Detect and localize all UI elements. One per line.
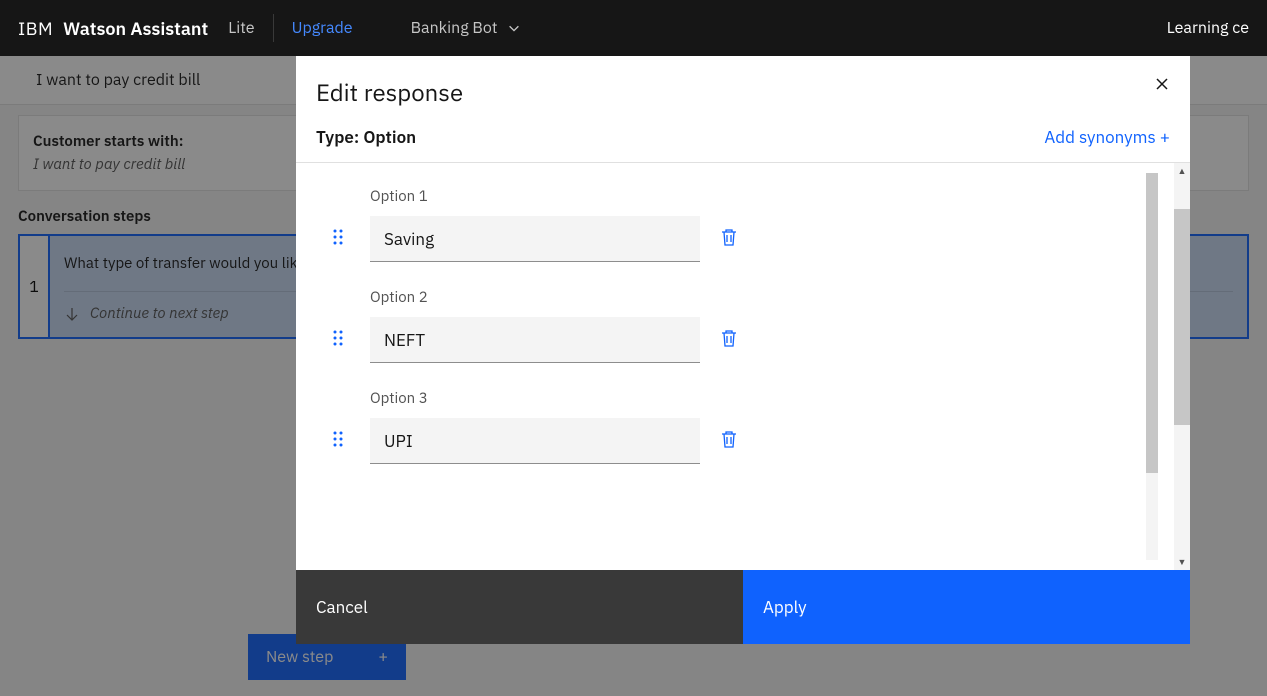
delete-option-button[interactable]	[720, 429, 738, 454]
option-input[interactable]	[370, 418, 700, 464]
trash-icon	[720, 429, 738, 449]
trash-icon	[720, 227, 738, 247]
option-row	[370, 216, 1170, 262]
scrollbar-track[interactable]	[1174, 179, 1190, 554]
bot-selector[interactable]: Banking Bot	[411, 18, 522, 38]
option-input[interactable]	[370, 216, 700, 262]
option-label: Option 1	[370, 187, 1170, 206]
logo-watson: Watson Assistant	[63, 17, 208, 40]
app-header: IBM Watson Assistant Lite Upgrade Bankin…	[0, 0, 1267, 56]
edit-response-modal: Edit response Type: Option Add synonyms …	[296, 56, 1190, 644]
option-row	[370, 418, 1170, 464]
apply-button[interactable]: Apply	[743, 570, 1190, 644]
add-synonyms-link[interactable]: Add synonyms +	[1044, 126, 1170, 148]
scroll-up-arrow[interactable]: ▲	[1174, 163, 1190, 179]
delete-option-button[interactable]	[720, 227, 738, 252]
drag-handle[interactable]	[332, 329, 344, 352]
cancel-button[interactable]: Cancel	[296, 570, 743, 644]
drag-icon	[332, 430, 344, 448]
logo-ibm: IBM	[18, 17, 53, 40]
plan-label: Lite	[228, 18, 254, 38]
close-button[interactable]	[1146, 68, 1178, 100]
option-label: Option 2	[370, 288, 1170, 307]
drag-icon	[332, 228, 344, 246]
logo: IBM Watson Assistant Lite	[18, 17, 255, 40]
scrollbar-thumb[interactable]	[1174, 209, 1190, 425]
option-2: Option 2	[370, 288, 1170, 363]
option-row	[370, 317, 1170, 363]
scroll-down-arrow[interactable]: ▼	[1174, 554, 1190, 570]
learning-center-link[interactable]: Learning ce	[1167, 18, 1249, 38]
inner-scrollbar[interactable]	[1146, 173, 1158, 560]
options-list: Option 1 Option 2	[296, 163, 1190, 570]
option-label: Option 3	[370, 389, 1170, 408]
trash-icon	[720, 328, 738, 348]
drag-handle[interactable]	[332, 430, 344, 453]
upgrade-link[interactable]: Upgrade	[292, 18, 353, 38]
modal-header: Edit response	[296, 56, 1190, 120]
option-3: Option 3	[370, 389, 1170, 464]
outer-scrollbar[interactable]: ▲ ▼	[1174, 163, 1190, 570]
bot-name: Banking Bot	[411, 18, 498, 38]
modal-body: Option 1 Option 2	[296, 163, 1190, 570]
chevron-down-icon	[507, 21, 521, 35]
response-type-label: Type: Option	[316, 126, 416, 148]
drag-handle[interactable]	[332, 228, 344, 251]
scrollbar-thumb[interactable]	[1146, 173, 1158, 473]
close-icon	[1154, 76, 1170, 92]
delete-option-button[interactable]	[720, 328, 738, 353]
option-input[interactable]	[370, 317, 700, 363]
modal-type-row: Type: Option Add synonyms +	[296, 120, 1190, 163]
modal-title: Edit response	[316, 76, 1170, 108]
divider	[273, 14, 274, 42]
option-1: Option 1	[370, 187, 1170, 262]
drag-icon	[332, 329, 344, 347]
modal-footer: Cancel Apply	[296, 570, 1190, 644]
